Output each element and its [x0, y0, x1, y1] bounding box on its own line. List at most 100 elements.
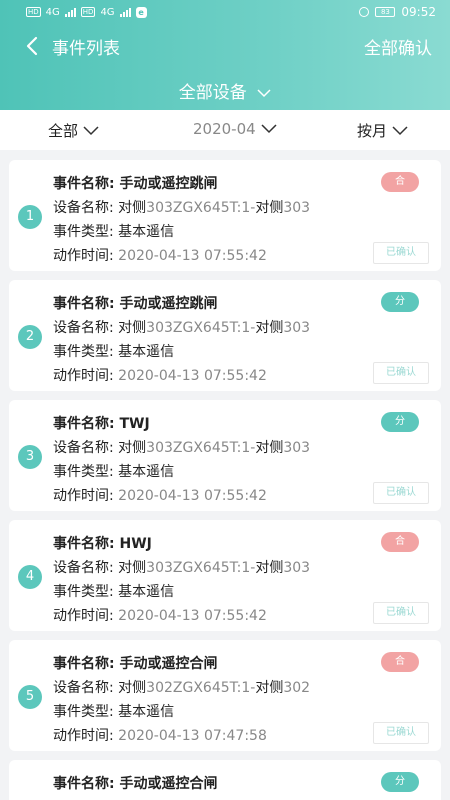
status-left: HD 4G HD 4G e [26, 6, 147, 18]
action-time-line: 动作时间: 2020-04-13 07:55:42 [53, 484, 310, 508]
event-name: HWJ [119, 536, 152, 552]
action-time-label: 动作时间: [53, 608, 119, 624]
event-name-label: 事件名称: [53, 536, 120, 552]
event-name-label: 事件名称: [53, 176, 120, 192]
event-card[interactable]: 1 事件名称: 手动或遥控跳闸 设备名称: 对侧303ZGX645T:1-对侧3… [9, 160, 441, 271]
event-card[interactable]: 4 事件名称: HWJ 设备名称: 对侧303ZGX645T:1-对侧303 事… [9, 520, 441, 631]
device-mid: 对侧 [255, 200, 284, 216]
browser-icon: e [135, 6, 147, 18]
event-name-line: 事件名称: 手动或遥控跳闸 [53, 172, 310, 196]
device-selector[interactable]: 全部设备 [0, 78, 450, 103]
device-suffix: 303 [283, 440, 311, 456]
action-time-line: 动作时间: 2020-04-13 07:55:42 [53, 244, 310, 268]
device-code: 303ZGX645T:1- [146, 320, 256, 336]
filter-period-dropdown[interactable]: 按月 [357, 120, 408, 141]
app-header: HD 4G HD 4G e 83 09:52 事件列表 全部确认 全部设备 [0, 0, 450, 110]
device-prefix: 对侧 [118, 440, 147, 456]
hd-badge-2: HD [80, 7, 96, 17]
event-type-line: 事件类型: 基本遥信 [53, 220, 310, 244]
event-details: 事件名称: TWJ 设备名称: 对侧303ZGX645T:1-对侧303 事件类… [53, 412, 310, 508]
action-time-line: 动作时间: 2020-04-13 07:55:42 [53, 604, 310, 628]
device-suffix: 303 [283, 200, 311, 216]
event-name: TWJ [119, 416, 150, 432]
device-name-line: 设备名称: 对侧303ZGX645T:1-对侧303 [53, 316, 310, 340]
device-name-line: 设备名称: 对侧302ZGX645T:1-对侧302 [53, 676, 310, 700]
event-type-line: 事件类型: 基本遥信 [53, 340, 310, 364]
event-index-badge: 3 [18, 445, 42, 469]
event-index-badge: 4 [18, 565, 42, 589]
filter-all-dropdown[interactable]: 全部 [48, 120, 99, 141]
device-name-label: 设备名称: [53, 440, 119, 456]
confirmed-button[interactable]: 已确认 [373, 722, 429, 744]
event-name: 手动或遥控跳闸 [119, 176, 218, 192]
clock: 09:52 [401, 5, 436, 19]
event-type-line: 事件类型: 基本遥信 [53, 700, 310, 724]
event-name-line: 事件名称: 手动或遥控合闸 [53, 772, 217, 796]
event-type-label: 事件类型: [53, 344, 119, 360]
filter-date-dropdown[interactable]: 2020-04 [193, 120, 277, 138]
event-details: 事件名称: 手动或遥控跳闸 设备名称: 对侧303ZGX645T:1-对侧303… [53, 292, 310, 388]
battery-icon: 83 [375, 7, 396, 17]
device-name-label: 设备名称: [53, 320, 119, 336]
device-mid: 对侧 [255, 680, 284, 696]
device-mid: 对侧 [255, 320, 284, 336]
action-time-line: 动作时间: 2020-04-13 07:55:42 [53, 364, 310, 388]
event-type: 基本遥信 [118, 704, 175, 720]
event-card[interactable]: 5 事件名称: 手动或遥控合闸 设备名称: 对侧302ZGX645T:1-对侧3… [9, 640, 441, 751]
page-title: 事件列表 [52, 39, 120, 59]
device-prefix: 对侧 [118, 680, 147, 696]
nav-bar: 事件列表 全部确认 [0, 30, 450, 62]
event-details: 事件名称: HWJ 设备名称: 对侧303ZGX645T:1-对侧303 事件类… [53, 532, 310, 628]
signal-icon-2 [119, 7, 131, 17]
confirmed-button[interactable]: 已确认 [373, 362, 429, 384]
status-badge: 合 [381, 172, 419, 192]
back-arrow-icon[interactable] [24, 36, 42, 56]
event-type-label: 事件类型: [53, 704, 119, 720]
action-time-line: 动作时间: 2020-04-13 07:47:58 [53, 724, 310, 748]
event-type: 基本遥信 [118, 344, 175, 360]
device-code: 303ZGX645T:1- [146, 440, 256, 456]
action-time: 2020-04-13 07:55:42 [118, 608, 267, 624]
filter-period-label: 按月 [357, 122, 388, 140]
event-card[interactable]: 2 事件名称: 手动或遥控跳闸 设备名称: 对侧303ZGX645T:1-对侧3… [9, 280, 441, 391]
confirm-all-button[interactable]: 全部确认 [364, 34, 432, 59]
event-details: 事件名称: 手动或遥控跳闸 设备名称: 对侧303ZGX645T:1-对侧303… [53, 172, 310, 268]
chevron-down-icon [257, 89, 271, 98]
event-type-line: 事件类型: 基本遥信 [53, 580, 310, 604]
action-time: 2020-04-13 07:47:58 [118, 728, 267, 744]
confirmed-button[interactable]: 已确认 [373, 482, 429, 504]
device-suffix: 303 [283, 560, 311, 576]
status-right: 83 09:52 [359, 5, 436, 19]
device-prefix: 对侧 [118, 320, 147, 336]
device-name-line: 设备名称: 对侧303ZGX645T:1-对侧303 [53, 196, 310, 220]
event-index-badge: 1 [18, 205, 42, 229]
confirmed-button[interactable]: 已确认 [373, 602, 429, 624]
filter-all-label: 全部 [48, 122, 79, 140]
network-label: 4G [45, 6, 60, 18]
action-time-label: 动作时间: [53, 368, 119, 384]
event-index-badge: 5 [18, 685, 42, 709]
device-mid: 对侧 [255, 560, 284, 576]
hd-badge: HD [26, 7, 41, 17]
action-time: 2020-04-13 07:55:42 [118, 488, 267, 504]
filter-bar: 全部 2020-04 按月 [0, 110, 450, 150]
device-suffix: 303 [283, 320, 311, 336]
status-badge: 分 [381, 292, 419, 312]
action-time: 2020-04-13 07:55:42 [118, 248, 267, 264]
device-name-label: 设备名称: [53, 560, 119, 576]
event-type-label: 事件类型: [53, 464, 119, 480]
event-name: 手动或遥控合闸 [119, 776, 218, 792]
chevron-down-icon [83, 125, 99, 135]
action-time-label: 动作时间: [53, 248, 119, 264]
event-type-line: 事件类型: 基本遥信 [53, 460, 310, 484]
event-card[interactable]: 3 事件名称: TWJ 设备名称: 对侧303ZGX645T:1-对侧303 事… [9, 400, 441, 511]
event-name: 手动或遥控合闸 [119, 656, 218, 672]
status-badge: 分 [381, 772, 419, 792]
device-prefix: 对侧 [118, 560, 147, 576]
event-name-line: 事件名称: TWJ [53, 412, 310, 436]
confirmed-button[interactable]: 已确认 [373, 242, 429, 264]
device-code: 303ZGX645T:1- [146, 200, 256, 216]
event-card[interactable]: 事件名称: 手动或遥控合闸 分 [9, 760, 441, 800]
event-name-label: 事件名称: [53, 416, 120, 432]
device-name-label: 设备名称: [53, 680, 119, 696]
